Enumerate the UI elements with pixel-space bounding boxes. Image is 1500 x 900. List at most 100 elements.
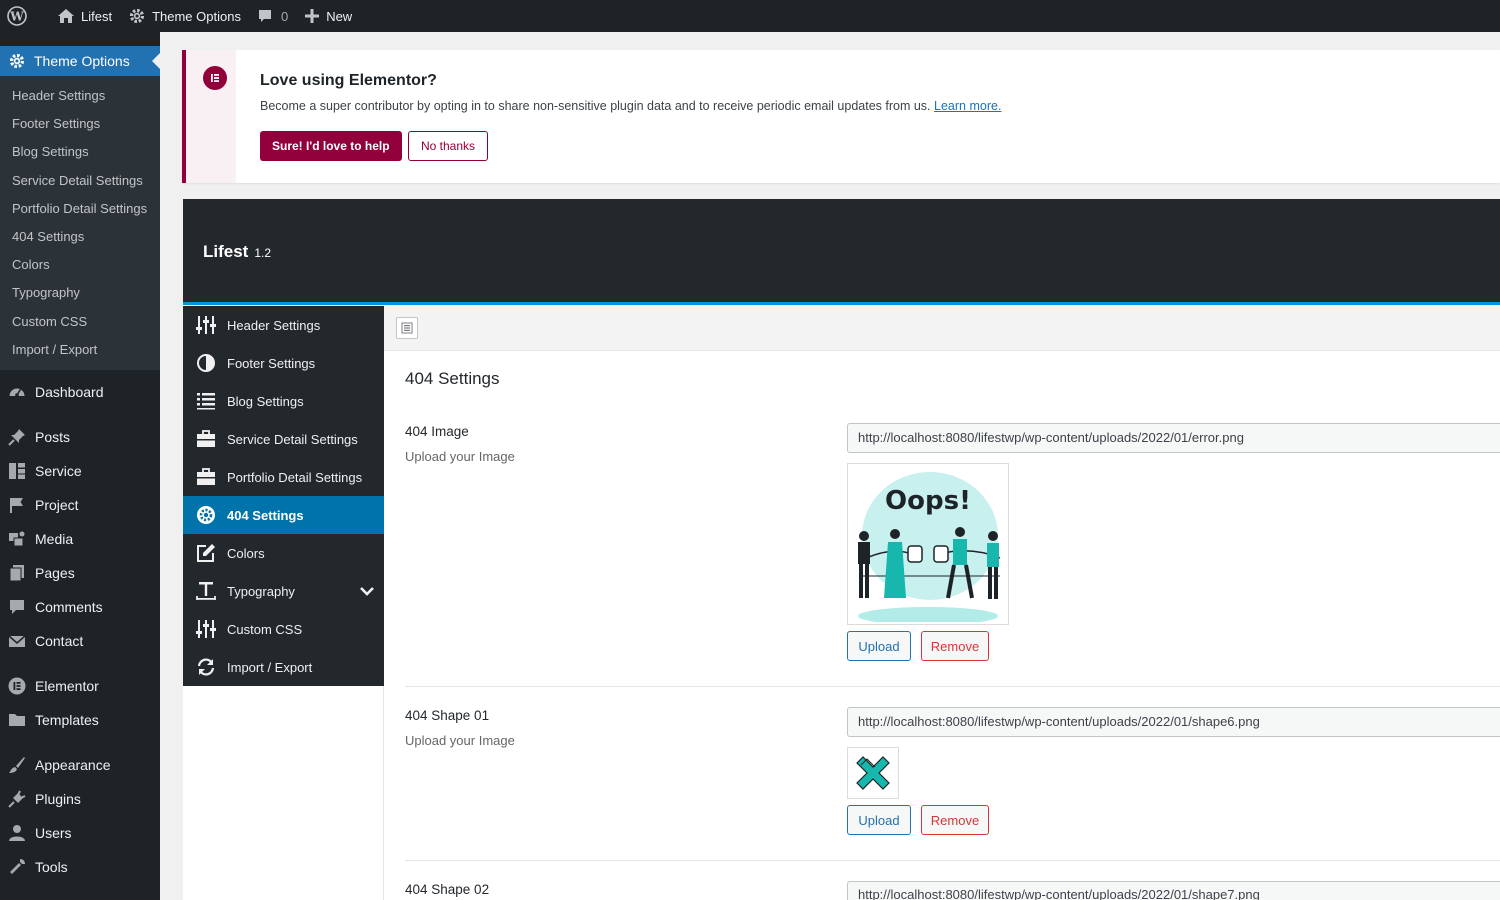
remove-button-404-shape-01[interactable]: Remove — [921, 805, 989, 835]
menu-item-label: Templates — [35, 711, 99, 728]
field-label-404-shape-02: 404 Shape 02 — [405, 882, 490, 897]
menu-item-plugins[interactable]: Plugins — [0, 782, 160, 816]
briefcase-icon — [197, 430, 215, 447]
menu-item-appearance[interactable]: Appearance — [0, 748, 160, 782]
menu-item-project[interactable]: Project — [0, 488, 160, 522]
submenu-item-blog-settings[interactable]: Blog Settings — [0, 138, 160, 166]
nav-item-label: Footer Settings — [227, 355, 316, 371]
learn-more-link[interactable]: Learn more. — [934, 99, 1001, 113]
pages-icon — [9, 564, 24, 582]
menu-item-theme-options[interactable]: Theme Options — [0, 46, 160, 76]
menu-item-label: Users — [35, 824, 72, 841]
nav-item-header-settings[interactable]: Header Settings — [183, 306, 384, 344]
theme-options-submenu: Header Settings Footer Settings Blog Set… — [0, 76, 160, 370]
home-icon — [58, 9, 74, 23]
folder-icon — [9, 713, 25, 726]
comments-link[interactable]: 0 — [249, 0, 296, 32]
menu-item-label: Dashboard — [35, 383, 104, 400]
wordpress-logo-button[interactable]: W — [0, 0, 41, 32]
theme-options-link[interactable]: Theme Options — [120, 0, 249, 32]
nav-item-label: Header Settings — [227, 317, 321, 333]
menu-item-comments[interactable]: Comments — [0, 590, 160, 624]
pin-icon — [8, 428, 25, 446]
field-divider — [405, 860, 1500, 861]
list-icon — [197, 393, 215, 410]
upload-button-404-shape-01[interactable]: Upload — [847, 805, 911, 835]
menu-item-tools[interactable]: Tools — [0, 850, 160, 884]
url-input-404-shape-02[interactable]: http://localhost:8080/lifestwp/wp-conten… — [847, 881, 1500, 900]
upload-button-404-image[interactable]: Upload — [847, 631, 911, 661]
menu-item-label: Service — [35, 462, 82, 479]
chevron-down-icon[interactable] — [360, 584, 374, 598]
url-input-404-shape-01[interactable]: http://localhost:8080/lifestwp/wp-conten… — [847, 707, 1500, 737]
nav-item-label: Portfolio Detail Settings — [227, 469, 363, 485]
admin-menu: Theme Options Header Settings Footer Set… — [0, 32, 160, 900]
notice-title: Love using Elementor? — [260, 72, 437, 89]
menu-item-media[interactable]: Media — [0, 522, 160, 556]
nav-item-label: Custom CSS — [227, 621, 303, 637]
nav-item-label: Import / Export — [227, 659, 313, 675]
menu-item-service[interactable]: Service — [0, 454, 160, 488]
image-preview-404: Oops! — [847, 463, 1009, 625]
media-icon — [9, 531, 25, 547]
nav-item-label: Colors — [227, 545, 265, 561]
nav-item-custom-css[interactable]: Custom CSS — [183, 610, 384, 648]
submenu-item-custom-css[interactable]: Custom CSS — [0, 308, 160, 336]
submenu-item-404-settings[interactable]: 404 Settings — [0, 223, 160, 251]
nav-item-blog-settings[interactable]: Blog Settings — [183, 382, 384, 420]
optin-decline-button[interactable]: No thanks — [408, 131, 489, 161]
elementor-icon — [8, 677, 26, 695]
notice-body: Become a super contributor by opting in … — [260, 99, 931, 113]
theme-options-header: Lifest 1.2 — [183, 199, 1500, 305]
content-toolbar — [384, 306, 1500, 351]
sliders-icon — [196, 620, 216, 638]
new-content-link[interactable]: New — [296, 0, 360, 32]
menu-item-users[interactable]: Users — [0, 816, 160, 850]
submenu-item-header-settings[interactable]: Header Settings — [0, 82, 160, 110]
optin-accept-button[interactable]: Sure! I'd love to help — [260, 131, 402, 161]
menu-item-templates[interactable]: Templates — [0, 703, 160, 737]
menu-item-posts[interactable]: Posts — [0, 420, 160, 454]
expand-options-button[interactable] — [396, 317, 418, 339]
submenu-item-service-detail-settings[interactable]: Service Detail Settings — [0, 167, 160, 195]
oops-illustration: Oops! — [850, 466, 1006, 622]
oops-text: Oops! — [885, 486, 971, 516]
url-input-404-image[interactable]: http://localhost:8080/lifestwp/wp-conten… — [847, 423, 1500, 453]
nav-item-404-settings[interactable]: 404 Settings — [183, 496, 384, 534]
remove-button-404-image[interactable]: Remove — [921, 631, 989, 661]
submenu-item-import-export[interactable]: Import / Export — [0, 336, 160, 364]
submenu-item-portfolio-detail-settings[interactable]: Portfolio Detail Settings — [0, 195, 160, 223]
theme-options-label: Theme Options — [152, 8, 241, 24]
menu-item-label: Appearance — [35, 756, 111, 773]
gear-icon — [129, 8, 145, 24]
menu-item-elementor[interactable]: Elementor — [0, 669, 160, 703]
nav-item-label: 404 Settings — [227, 507, 304, 523]
submenu-item-footer-settings[interactable]: Footer Settings — [0, 110, 160, 138]
section-title: 404 Settings — [405, 369, 500, 388]
expand-icon — [401, 322, 413, 334]
nav-item-service-detail-settings[interactable]: Service Detail Settings — [183, 420, 384, 458]
menu-item-pages[interactable]: Pages — [0, 556, 160, 590]
menu-item-dashboard[interactable]: Dashboard — [0, 375, 160, 409]
nav-item-footer-settings[interactable]: Footer Settings — [183, 344, 384, 382]
menu-item-label: Contact — [35, 632, 84, 649]
flag-icon — [10, 497, 23, 513]
nav-item-import-export[interactable]: Import / Export — [183, 648, 384, 686]
site-name-link[interactable]: Lifest — [49, 0, 120, 32]
panel-title: Lifest 1.2 — [203, 242, 271, 262]
site-name: Lifest — [81, 8, 113, 24]
nav-item-portfolio-detail-settings[interactable]: Portfolio Detail Settings — [183, 458, 384, 496]
admin-bar: W Lifest Theme Options 0 New — [0, 0, 1500, 32]
nav-item-colors[interactable]: Colors — [183, 534, 384, 572]
submenu-item-colors[interactable]: Colors — [0, 251, 160, 279]
notice-text: Become a super contributor by opting in … — [260, 99, 1001, 113]
menu-item-contact[interactable]: Contact — [0, 624, 160, 658]
elementor-optin-notice: Love using Elementor? Become a super con… — [182, 50, 1500, 183]
menu-item-label: Theme Options — [34, 53, 130, 69]
field-desc-404-image: Upload your Image — [405, 449, 515, 464]
comments-count: 0 — [280, 8, 289, 24]
comment-icon — [258, 10, 271, 22]
plug-icon — [8, 790, 26, 808]
submenu-item-typography[interactable]: Typography — [0, 279, 160, 307]
nav-item-typography[interactable]: Typography — [183, 572, 384, 610]
